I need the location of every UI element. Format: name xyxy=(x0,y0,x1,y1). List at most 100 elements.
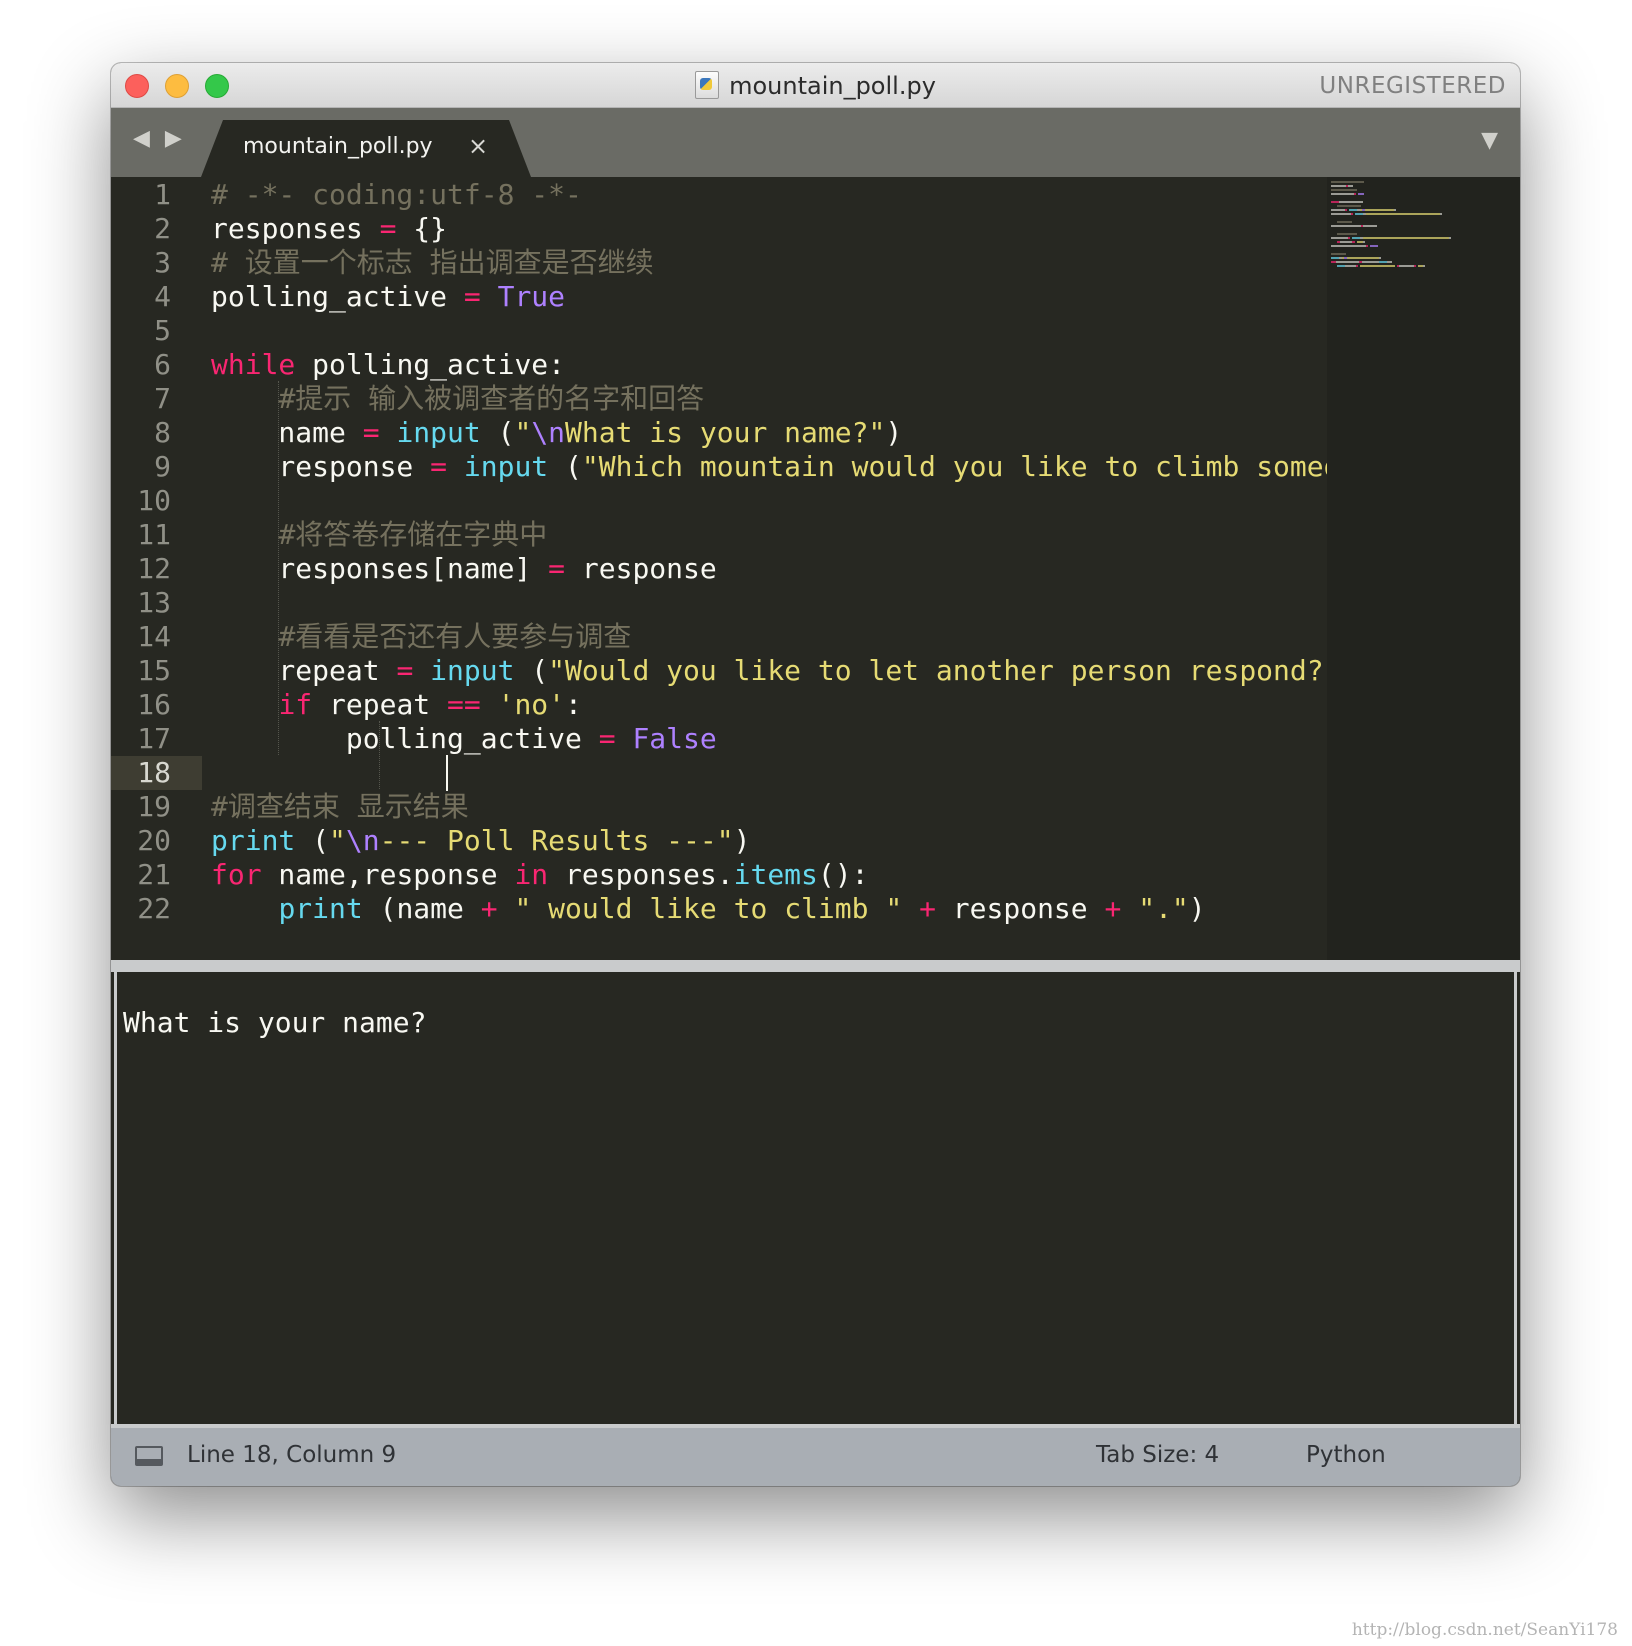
minimap-token xyxy=(1331,201,1339,203)
code-line[interactable]: polling_active = True xyxy=(211,280,565,314)
code-token: (name xyxy=(362,892,481,925)
code-token: "Which mountain would you like to climb … xyxy=(581,450,1327,483)
code-token: True xyxy=(497,280,566,313)
code-token: ( xyxy=(295,824,330,857)
tab-size-selector[interactable]: Tab Size: 4 xyxy=(1096,1442,1219,1468)
code-line[interactable]: print ("\n--- Poll Results ---") xyxy=(211,824,750,858)
line-number: 22 xyxy=(137,892,171,925)
tab-nav-arrows-icon[interactable]: ◀ ▶ xyxy=(133,126,186,151)
tab-mountain-poll[interactable]: mountain_poll.py × xyxy=(201,120,531,177)
code-token: ) xyxy=(885,416,903,449)
line-number: 19 xyxy=(137,790,171,823)
code-line[interactable]: responses = {} xyxy=(211,212,447,246)
minimap-token xyxy=(1348,237,1350,239)
minimap-token xyxy=(1358,193,1364,195)
line-number: 16 xyxy=(137,688,171,721)
code-line[interactable]: #看看是否还有人要参与调查 xyxy=(211,620,631,654)
code-editor[interactable]: 1 2 3 4 5 6 7 8 9 10 11 12 13 14 15 16 17 18 19 20 21 22 # -*… xyxy=(111,177,1520,960)
code-line[interactable]: name = input ("\nWhat is your name?") xyxy=(211,416,902,450)
code-token: polling_active: xyxy=(295,348,566,381)
minimap-token xyxy=(1360,265,1395,267)
code-line[interactable]: if repeat == 'no': xyxy=(211,688,582,722)
code-line[interactable]: #将答卷存储在字典中 xyxy=(211,518,547,552)
minimap-token xyxy=(1331,245,1366,247)
code-token: : xyxy=(565,688,582,721)
title-bar: mountain_poll.py UNREGISTERED xyxy=(111,63,1520,108)
minimap-token xyxy=(1348,185,1353,187)
minimap-token xyxy=(1345,265,1356,267)
minimap-token xyxy=(1349,209,1357,211)
tab-bar: ◀ ▶ mountain_poll.py × ▼ xyxy=(111,108,1520,177)
code-token: ) xyxy=(1188,892,1206,925)
minimap-token xyxy=(1331,213,1351,215)
minimap-token xyxy=(1336,261,1359,263)
minimap-token xyxy=(1352,237,1360,239)
line-number: 20 xyxy=(137,824,171,857)
code-line[interactable]: response = input ("Which mountain would … xyxy=(211,450,1327,484)
code-line[interactable]: # -*- coding:utf-8 -*- xyxy=(211,178,582,212)
code-token: = xyxy=(362,416,380,449)
minimap-token xyxy=(1366,213,1440,215)
code-token: while xyxy=(211,348,296,381)
code-token: {} xyxy=(396,212,448,245)
minimap-token xyxy=(1331,193,1354,195)
code-line[interactable]: while polling_active: xyxy=(211,348,565,382)
code-token: = xyxy=(430,450,448,483)
minimap-token xyxy=(1331,257,1339,259)
python-file-icon xyxy=(695,71,720,99)
code-token: ) xyxy=(733,824,751,857)
minimap[interactable] xyxy=(1327,177,1520,960)
minimap-token xyxy=(1340,241,1352,243)
minimap-token xyxy=(1339,201,1363,203)
minimap-token xyxy=(1331,237,1348,239)
line-number: 9 xyxy=(154,450,171,483)
minimap-token xyxy=(1331,181,1364,183)
build-output-panel[interactable]: What is your name? xyxy=(114,972,1517,1424)
code-line[interactable]: repeat = input ("Would you like to let a… xyxy=(211,654,1327,688)
line-number: 2 xyxy=(154,212,171,245)
code-token: response xyxy=(935,892,1105,925)
code-token: False xyxy=(632,722,717,755)
minimap-token xyxy=(1394,209,1396,211)
minimap-token xyxy=(1356,265,1358,267)
code-line[interactable]: #调查结束 显示结果 xyxy=(211,790,469,824)
watermark: http://blog.csdn.net/SeanYi178 xyxy=(1351,1620,1618,1640)
code-line[interactable]: polling_active = False xyxy=(211,722,717,756)
syntax-selector[interactable]: Python xyxy=(1306,1442,1386,1468)
code-token: input xyxy=(396,416,481,449)
code-line[interactable]: # 设置一个标志 指出调查是否继续 xyxy=(211,246,654,280)
code-token: = xyxy=(396,654,414,687)
minimap-token xyxy=(1345,209,1347,211)
code-token: responses xyxy=(211,212,380,245)
minimap-token xyxy=(1352,241,1355,243)
code-token: repeat xyxy=(312,688,448,721)
code-token: responses[name] xyxy=(211,552,549,585)
code-token: #调查结束 显示结果 xyxy=(211,790,469,823)
code-token: = xyxy=(598,722,616,755)
line-number: 10 xyxy=(137,484,171,517)
code-line[interactable]: print (name + " would like to climb " + … xyxy=(211,892,1206,926)
status-bar: Line 18, Column 9 Tab Size: 4 Python xyxy=(111,1428,1520,1486)
minimap-token xyxy=(1355,213,1363,215)
code-line[interactable]: responses[name] = response xyxy=(211,552,716,586)
code-line[interactable]: #提示 输入被调查者的名字和回答 xyxy=(211,382,704,416)
code-line[interactable]: for name,response in responses.items(): xyxy=(211,858,868,892)
tab-dropdown-icon[interactable]: ▼ xyxy=(1481,128,1498,153)
window-title-text: mountain_poll.py xyxy=(729,72,936,100)
minimap-token xyxy=(1414,265,1416,267)
code-token: if xyxy=(278,688,313,721)
code-token: print xyxy=(211,824,296,857)
panel-toggle-icon[interactable] xyxy=(135,1446,163,1466)
tab-close-icon[interactable]: × xyxy=(468,132,488,160)
panel-divider[interactable] xyxy=(111,960,1520,972)
code-token: repeat xyxy=(211,654,397,687)
line-number: 18 xyxy=(137,756,171,789)
code-area[interactable]: # -*- coding:utf-8 -*- responses = {} # 设置… xyxy=(211,177,1327,960)
window-title: mountain_poll.py xyxy=(111,71,1520,100)
line-number: 13 xyxy=(137,586,171,619)
